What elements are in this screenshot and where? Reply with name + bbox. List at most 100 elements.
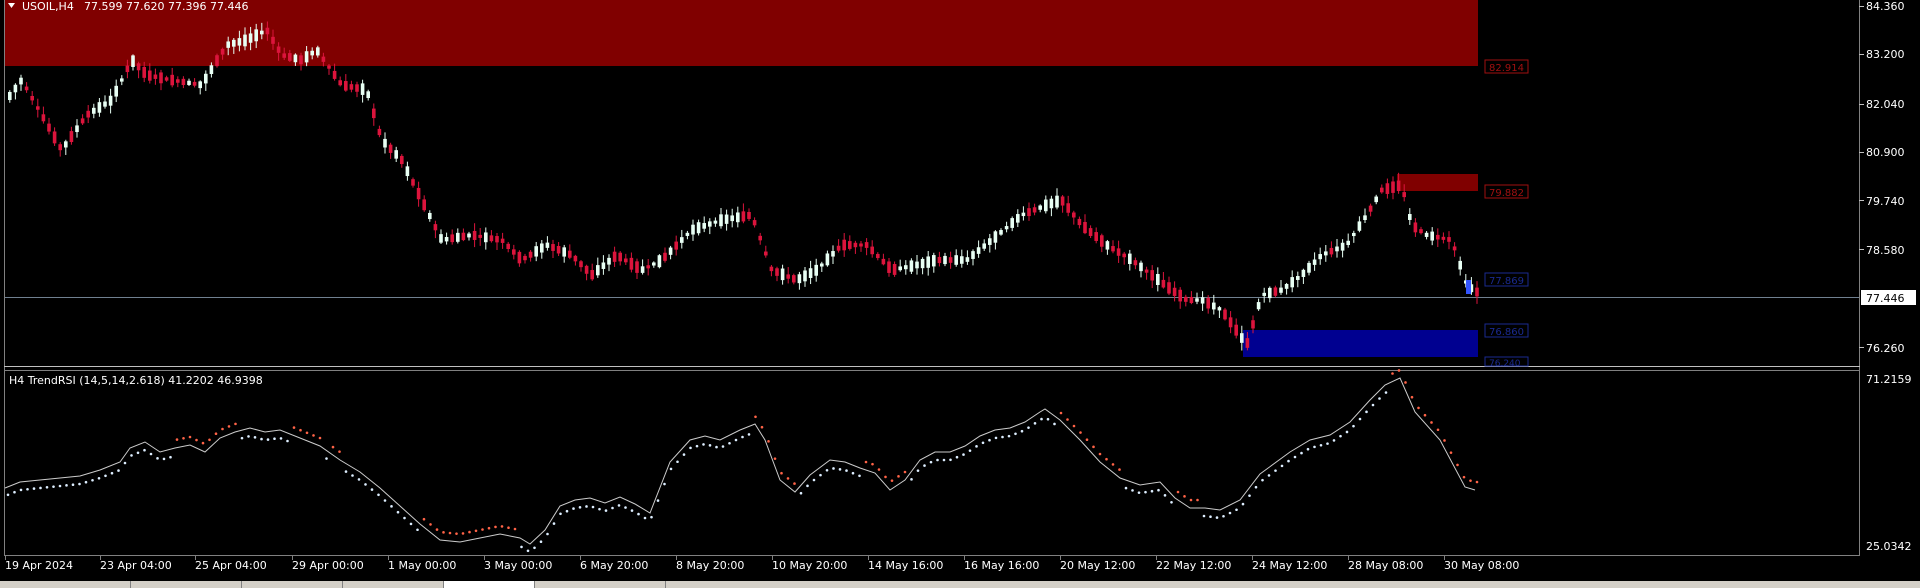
rsi-dot <box>104 474 107 478</box>
rsi-dot <box>403 516 406 520</box>
candle-body <box>848 241 852 249</box>
rsi-dot <box>1001 435 1004 439</box>
candle-body <box>125 65 130 73</box>
chart-tab[interactable] <box>343 581 444 588</box>
candle-body <box>433 224 438 231</box>
rsi-dot <box>1144 490 1147 494</box>
chart-tab[interactable] <box>131 581 242 588</box>
rsi-dot <box>1254 485 1258 489</box>
rsi-dot <box>279 437 283 440</box>
rsi-dot <box>988 438 991 442</box>
chart-tab[interactable] <box>0 581 131 588</box>
candle-body <box>568 250 572 258</box>
chart-tab[interactable] <box>535 581 666 588</box>
candle-body <box>1128 253 1132 265</box>
rsi-dot <box>201 441 205 445</box>
candle-body <box>864 242 869 248</box>
candle-body <box>293 54 298 63</box>
rsi-dot <box>156 457 159 460</box>
chart-tab-active[interactable] <box>444 581 535 588</box>
candle-body <box>629 257 634 270</box>
rsi-dot <box>1358 417 1362 421</box>
rsi-dot <box>487 526 491 530</box>
rsi-dot <box>390 505 393 508</box>
candle-body <box>489 235 494 242</box>
rsi-dot <box>715 445 718 449</box>
candle-body <box>663 252 667 261</box>
rsi-dot <box>552 522 556 525</box>
rsi-dot <box>1456 463 1459 467</box>
candle-body <box>512 249 516 255</box>
rsi-dot <box>981 441 985 445</box>
candle-body <box>1038 205 1042 210</box>
candle-body <box>1044 199 1048 212</box>
indicator-header: H4 TrendRSI (14,5,14,2.618) 41.2202 46.9… <box>9 374 263 387</box>
rsi-dot <box>214 432 218 436</box>
rsi-dot <box>32 487 36 490</box>
rsi-dot <box>845 469 848 472</box>
rsi-dot <box>1423 413 1427 417</box>
rsi-dot <box>162 457 166 461</box>
candle-body <box>153 74 158 79</box>
candle-body <box>1251 320 1255 329</box>
rsi-dot <box>240 436 244 440</box>
rsi-dot <box>682 453 686 456</box>
rsi-dot <box>923 464 926 467</box>
candle-body <box>881 258 886 265</box>
candle-body <box>680 237 684 243</box>
rsi-dot <box>754 415 757 419</box>
rsi-dot <box>1020 429 1024 433</box>
candle-body <box>1290 277 1294 288</box>
candle-body <box>1312 259 1317 265</box>
candle-body <box>685 232 690 236</box>
rsi-dot <box>1293 455 1297 459</box>
rsi-dot <box>377 493 380 497</box>
candle-body <box>1161 279 1166 288</box>
candle-body <box>30 95 34 101</box>
rsi-dot <box>897 475 900 478</box>
current-price-tag-text: 77.446 <box>1866 292 1905 305</box>
rsi-dot <box>1176 490 1180 494</box>
rsi-dot <box>1378 397 1381 400</box>
rsi-dot <box>611 506 614 510</box>
time-label: 25 Apr 04:00 <box>195 559 267 572</box>
candle-body <box>344 81 348 91</box>
price-tick: 76.260 <box>1866 342 1905 355</box>
chart-tab[interactable] <box>242 581 343 588</box>
candle-body <box>467 233 471 238</box>
candle-body <box>327 65 331 69</box>
candle-body <box>1447 237 1451 242</box>
candle-body <box>702 223 706 229</box>
rsi-dot <box>1014 432 1017 436</box>
candle-body <box>1279 287 1283 293</box>
time-label: 16 May 16:00 <box>964 559 1039 572</box>
rsi-dot <box>1085 438 1089 442</box>
candle-body <box>1318 254 1322 260</box>
rsi-dot <box>903 470 907 474</box>
rsi-dot <box>299 428 302 432</box>
candle-body <box>41 114 46 122</box>
rsi-dot <box>58 484 62 488</box>
candle-body <box>1178 289 1182 302</box>
candle-body <box>114 85 118 97</box>
rsi-dot <box>65 484 68 487</box>
candle-body <box>248 33 253 43</box>
candle-body <box>450 234 454 243</box>
rsi-dot <box>533 546 536 550</box>
trend-rsi-line <box>4 377 1476 545</box>
candle-body <box>1010 218 1014 228</box>
candle-body <box>920 258 925 269</box>
candle-body <box>1055 195 1059 208</box>
zone-label-demand-middle: 76.860 <box>1489 327 1524 338</box>
rsi-dot <box>559 512 562 516</box>
rsi-dot <box>598 507 601 511</box>
candle-body <box>439 234 443 243</box>
rsi-dot <box>507 526 510 529</box>
candle-body <box>741 211 746 222</box>
ohlc-readout: 77.599 77.620 77.396 77.446 <box>84 0 248 13</box>
candle-body <box>954 255 958 265</box>
rsi-dot <box>13 490 16 494</box>
rsi-dot <box>1319 443 1323 447</box>
candle-body <box>1402 192 1406 198</box>
rsi-dot <box>825 468 829 472</box>
